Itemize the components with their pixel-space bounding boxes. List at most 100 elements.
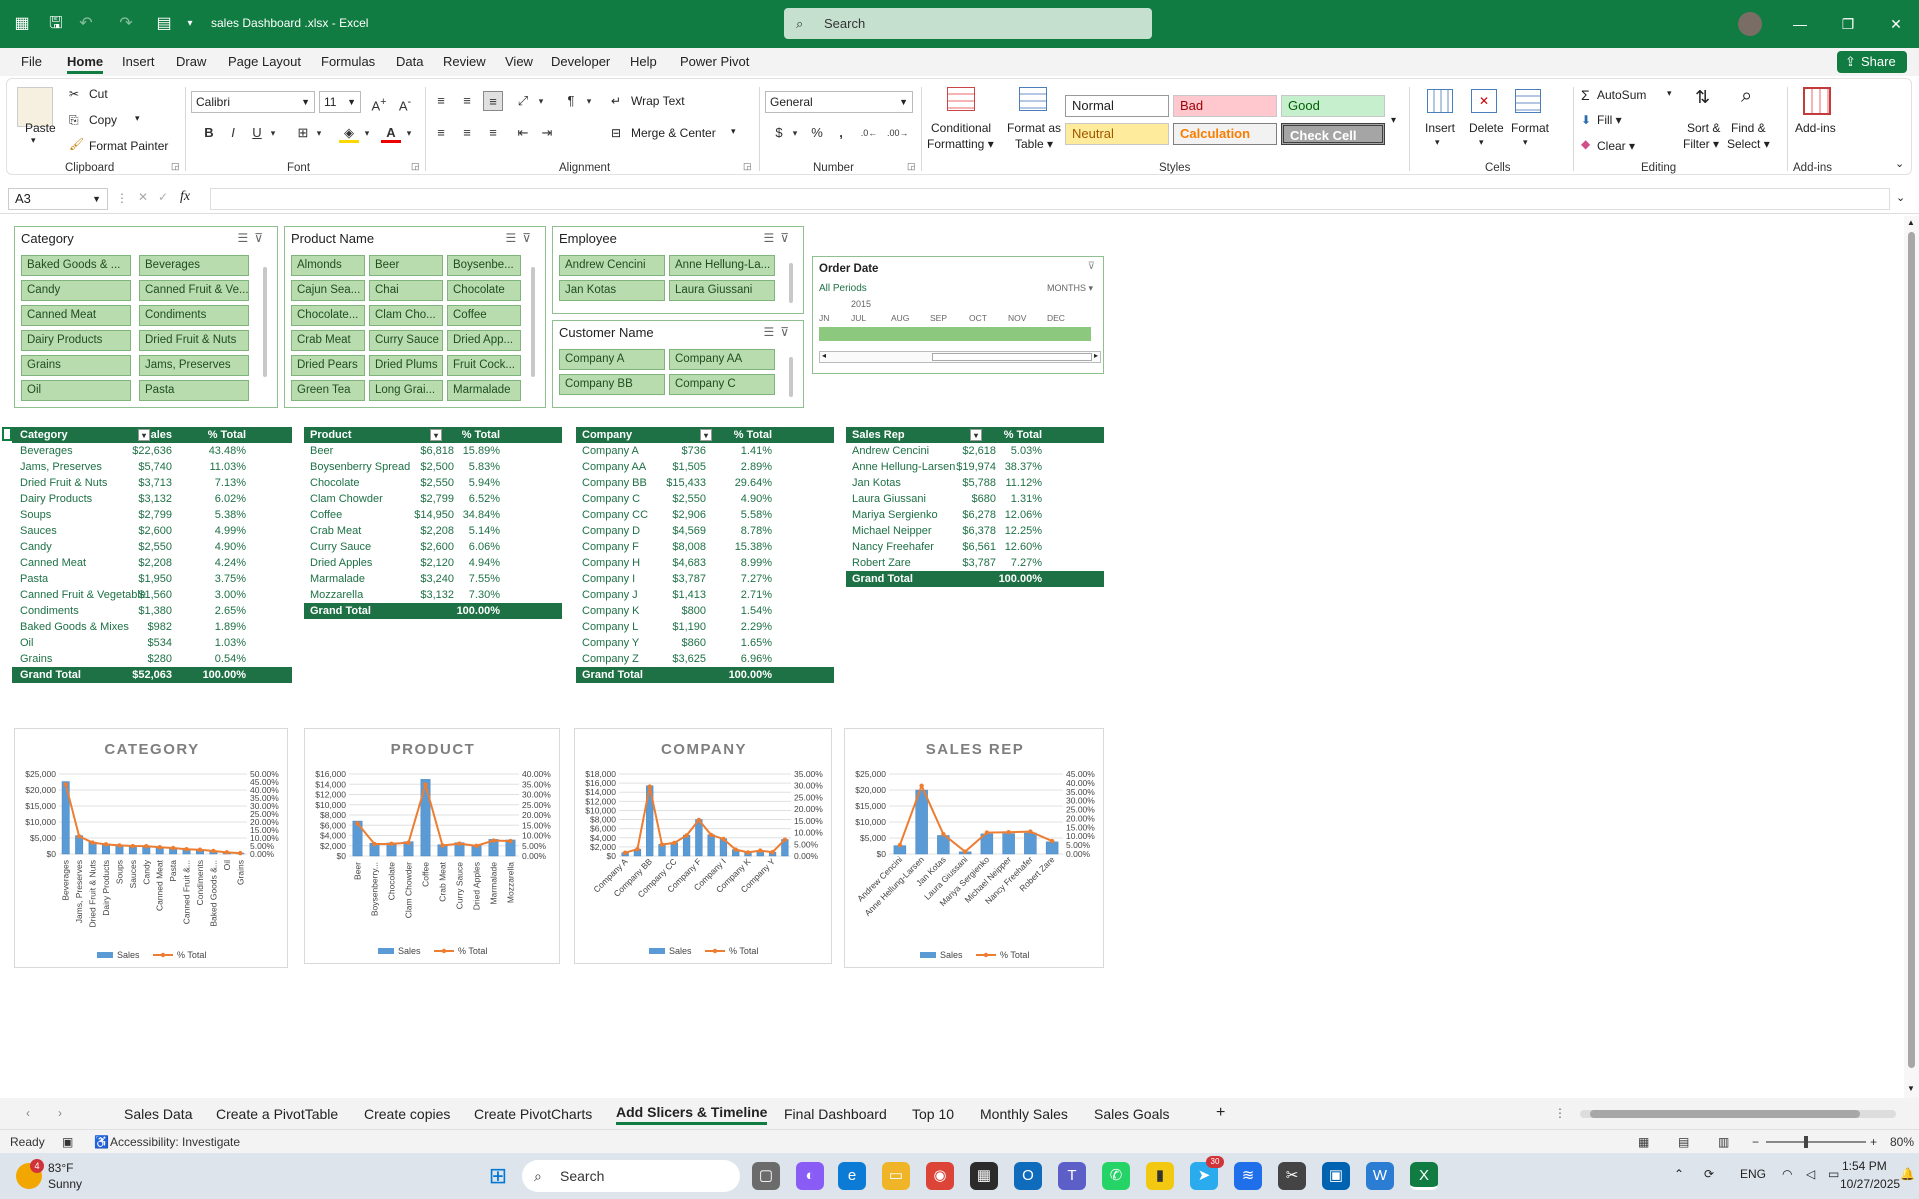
delete-dropdown-icon[interactable]: ▾	[1479, 137, 1484, 148]
slicer-item[interactable]: Jams, Preserves	[139, 355, 249, 376]
pivot-row[interactable]: Grains $280 0.54%	[12, 651, 292, 667]
clear-filter-icon[interactable]: ⊽	[254, 231, 269, 245]
selected-cell[interactable]	[2, 427, 12, 441]
pivot-row[interactable]: Company Z $3,625 6.96%	[576, 651, 834, 667]
pivot-row[interactable]: Company Y $860 1.65%	[576, 635, 834, 651]
clipboard-launcher-icon[interactable]: ◲	[171, 161, 180, 172]
style-good[interactable]: Good	[1281, 95, 1385, 117]
zoom-in-icon[interactable]: +	[1870, 1135, 1877, 1149]
timeline-scroll-thumb[interactable]	[932, 353, 1092, 361]
slicer-scrollbar[interactable]	[789, 263, 793, 303]
menu-formulas[interactable]: Formulas	[321, 54, 375, 69]
slicer-item[interactable]: Long Grai...	[369, 380, 443, 401]
close-icon[interactable]: ✕	[1884, 12, 1908, 36]
pivot-row[interactable]: Company CC $2,906 5.58%	[576, 507, 834, 523]
pivot-row[interactable]: Company D $4,569 8.78%	[576, 523, 834, 539]
battery-icon[interactable]: ▭	[1828, 1167, 1839, 1181]
pivot-row[interactable]: Company I $3,787 7.27%	[576, 571, 834, 587]
paste-button[interactable]: Paste	[25, 121, 56, 135]
pivot-row[interactable]: Jan Kotas $5,788 11.12%	[846, 475, 1104, 491]
font-color-icon[interactable]: A	[381, 123, 401, 143]
pivot-row[interactable]: Mozzarella $3,132 7.30%	[304, 587, 562, 603]
slicer-item[interactable]: Laura Giussani	[669, 280, 775, 301]
app-icon[interactable]: ≋	[1234, 1162, 1262, 1190]
share-button[interactable]: ⇪ Share	[1837, 51, 1907, 73]
tab-create-pivotcharts[interactable]: Create PivotCharts	[474, 1106, 592, 1122]
slicer-customer[interactable]: Customer Name ☰⊽ Company A Company AA Co…	[552, 320, 804, 408]
pivot-row[interactable]: Clam Chowder $2,799 6.52%	[304, 491, 562, 507]
text-direction-icon[interactable]: ¶	[561, 91, 581, 111]
style-bad[interactable]: Bad	[1173, 95, 1277, 117]
multi-select-icon[interactable]: ☰	[237, 231, 254, 245]
pivot-row[interactable]: Andrew Cencini $2,618 5.03%	[846, 443, 1104, 459]
minimize-icon[interactable]: —	[1788, 12, 1812, 36]
pivot-row[interactable]: Boysenberry Spread $2,500 5.83%	[304, 459, 562, 475]
paste-dropdown-icon[interactable]: ▾	[31, 135, 36, 146]
slicer-item[interactable]: Dairy Products	[21, 330, 131, 351]
scroll-left-icon[interactable]: ◂	[822, 351, 826, 360]
number-format-select[interactable]: General ▼	[765, 91, 913, 113]
slicer-item[interactable]: Oil	[21, 380, 131, 401]
decrease-decimal-icon[interactable]: .00→	[887, 123, 909, 143]
tab-scroll-right-icon[interactable]: ›	[58, 1106, 62, 1120]
slicer-item[interactable]: Baked Goods & ...	[21, 255, 131, 276]
pivot-salesrep[interactable]: Sales Rep % Total ▾ Andrew Cencini $2,618 5.0…	[846, 427, 1104, 587]
tab-scroll-left-icon[interactable]: ‹	[26, 1106, 30, 1120]
merge-center-icon[interactable]: ⊟	[611, 126, 621, 140]
pivot-row[interactable]: Company J $1,413 2.71%	[576, 587, 834, 603]
format-cells-icon[interactable]	[1515, 89, 1541, 113]
format-dropdown-icon[interactable]: ▾	[1523, 137, 1528, 148]
zoom-slider[interactable]	[1766, 1136, 1866, 1148]
slicer-item[interactable]: Canned Meat	[21, 305, 131, 326]
clear-filter-icon[interactable]: ⊽	[1088, 261, 1095, 272]
font-launcher-icon[interactable]: ◲	[411, 161, 420, 172]
timeline-scrollbar[interactable]: ◂ ▸	[819, 351, 1101, 363]
save-icon[interactable]: 🖫	[44, 12, 68, 36]
task-view-icon[interactable]: ▢	[752, 1162, 780, 1190]
remote-desktop-icon[interactable]: ▣	[1322, 1162, 1350, 1190]
pivot-row[interactable]: Company C $2,550 4.90%	[576, 491, 834, 507]
slicer-item[interactable]: Company BB	[559, 374, 665, 395]
multi-select-icon[interactable]: ☰	[763, 231, 780, 245]
conditional-formatting-label2[interactable]: Formatting ▾	[927, 137, 994, 151]
cut-button[interactable]: Cut	[89, 87, 108, 101]
snipping-tool-icon[interactable]: ✂	[1278, 1162, 1306, 1190]
wifi-icon[interactable]: ◠	[1782, 1167, 1792, 1181]
pivot-row[interactable]: Company A $736 1.41%	[576, 443, 834, 459]
increase-indent-icon[interactable]: ⇥	[537, 123, 557, 143]
restore-icon[interactable]: ❐	[1836, 12, 1860, 36]
bold-icon[interactable]: B	[199, 123, 219, 143]
chart-salesrep[interactable]: SALES REP $0 $5,000 $10,000 $15,000 $20,000 $2…	[844, 728, 1104, 968]
page-break-view-icon[interactable]: ▥	[1718, 1135, 1729, 1149]
slicer-item[interactable]: Andrew Cencini	[559, 255, 665, 276]
style-normal[interactable]: Normal	[1065, 95, 1169, 117]
filter-dropdown-icon[interactable]: ▾	[430, 429, 442, 441]
slicer-item[interactable]: Clam Cho...	[369, 305, 443, 326]
telegram-icon[interactable]: ➤ 30	[1190, 1156, 1224, 1190]
delete-cells-button[interactable]: Delete	[1469, 121, 1504, 135]
copy-button[interactable]: Copy	[89, 113, 117, 127]
menu-file[interactable]: File	[21, 54, 42, 69]
conditional-formatting-icon[interactable]	[947, 87, 975, 111]
copy-icon[interactable]: ⎘	[69, 113, 79, 128]
align-right-icon[interactable]: ≡	[483, 123, 503, 143]
store-icon[interactable]: ▦	[970, 1162, 998, 1190]
filter-dropdown-icon[interactable]: ▾	[700, 429, 712, 441]
slicer-item[interactable]: Pasta	[139, 380, 249, 401]
format-painter-icon[interactable]: 🖌	[69, 137, 84, 151]
menu-insert[interactable]: Insert	[122, 54, 155, 69]
slicer-scrollbar[interactable]	[789, 357, 793, 397]
filter-dropdown-icon[interactable]: ▾	[138, 429, 150, 441]
fill-color-icon[interactable]: ◈	[339, 123, 359, 143]
merge-center-button[interactable]: Merge & Center	[631, 126, 716, 140]
pivot-row[interactable]: Beverages $22,636 43.48%	[12, 443, 292, 459]
insert-function-icon[interactable]: fx	[180, 189, 190, 205]
comma-style-icon[interactable]: ,	[831, 123, 851, 143]
fill-icon[interactable]: ⬇	[1581, 113, 1591, 127]
pivot-row[interactable]: Dried Apples $2,120 4.94%	[304, 555, 562, 571]
pivot-row[interactable]: Company F $8,008 15.38%	[576, 539, 834, 555]
menu-review[interactable]: Review	[443, 54, 486, 69]
clear-filter-icon[interactable]: ⊽	[780, 325, 795, 339]
whatsapp-icon[interactable]: ✆	[1102, 1162, 1130, 1190]
accessibility-status[interactable]: Accessibility: Investigate	[110, 1135, 240, 1149]
